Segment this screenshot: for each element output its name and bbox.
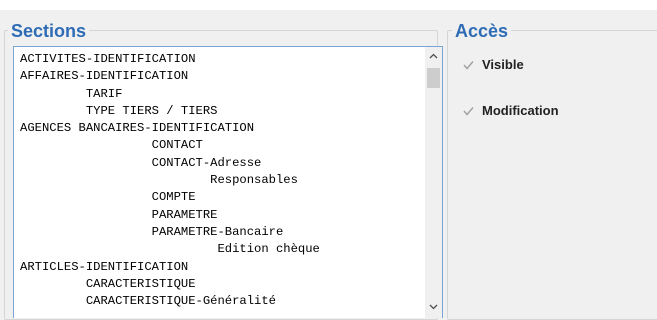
section-list-item[interactable]: ARTICLES-IDENTIFICATION	[20, 259, 320, 276]
section-list-item[interactable]: Responsables	[20, 172, 320, 189]
section-list-item[interactable]: TYPE TIERS / TIERS	[20, 103, 320, 120]
chevron-down-icon	[429, 304, 438, 309]
section-list-item[interactable]: ACTIVITES-IDENTIFICATION	[20, 51, 320, 68]
checkmark-icon	[462, 106, 474, 116]
visible-label: Visible	[482, 57, 524, 72]
scroll-down-button[interactable]	[425, 298, 442, 315]
section-list-item[interactable]: AFFAIRES-IDENTIFICATION	[20, 68, 320, 85]
modification-label: Modification	[482, 103, 559, 118]
visible-checkbox[interactable]	[462, 59, 474, 71]
sections-list: ACTIVITES-IDENTIFICATION AFFAIRES-IDENTIF…	[20, 51, 320, 310]
modification-checkbox-row[interactable]: Modification	[462, 103, 559, 118]
acces-title: Accès	[452, 20, 512, 42]
sections-title: Sections	[8, 20, 90, 42]
section-list-item[interactable]: PARAMETRE	[20, 207, 320, 224]
section-list-item[interactable]: PARAMETRE-Bancaire	[20, 224, 320, 241]
chevron-up-icon	[429, 53, 438, 58]
section-list-item[interactable]: Edition chèque	[20, 241, 319, 258]
section-list-item[interactable]: AGENCES BANCAIRES-IDENTIFICATION	[20, 120, 320, 137]
visible-checkbox-row[interactable]: Visible	[462, 57, 524, 72]
top-strip	[0, 0, 657, 10]
modification-checkbox[interactable]	[462, 105, 474, 117]
section-list-item[interactable]: CONTACT	[20, 137, 320, 154]
section-list-item[interactable]: CARACTERISTIQUE-Généralité	[20, 293, 320, 310]
section-list-item[interactable]: COMPTE	[20, 189, 320, 206]
scroll-up-button[interactable]	[425, 47, 442, 64]
scroll-thumb[interactable]	[427, 68, 440, 88]
list-scrollbar[interactable]	[425, 47, 442, 318]
sections-listbox[interactable]: ACTIVITES-IDENTIFICATION AFFAIRES-IDENTIF…	[13, 46, 443, 318]
section-list-item[interactable]: TARIF	[20, 86, 320, 103]
acces-group	[447, 30, 657, 320]
section-list-item[interactable]: CARACTERISTIQUE	[20, 276, 320, 293]
checkmark-icon	[462, 60, 474, 70]
section-list-item[interactable]: CONTACT-Adresse	[20, 155, 320, 172]
